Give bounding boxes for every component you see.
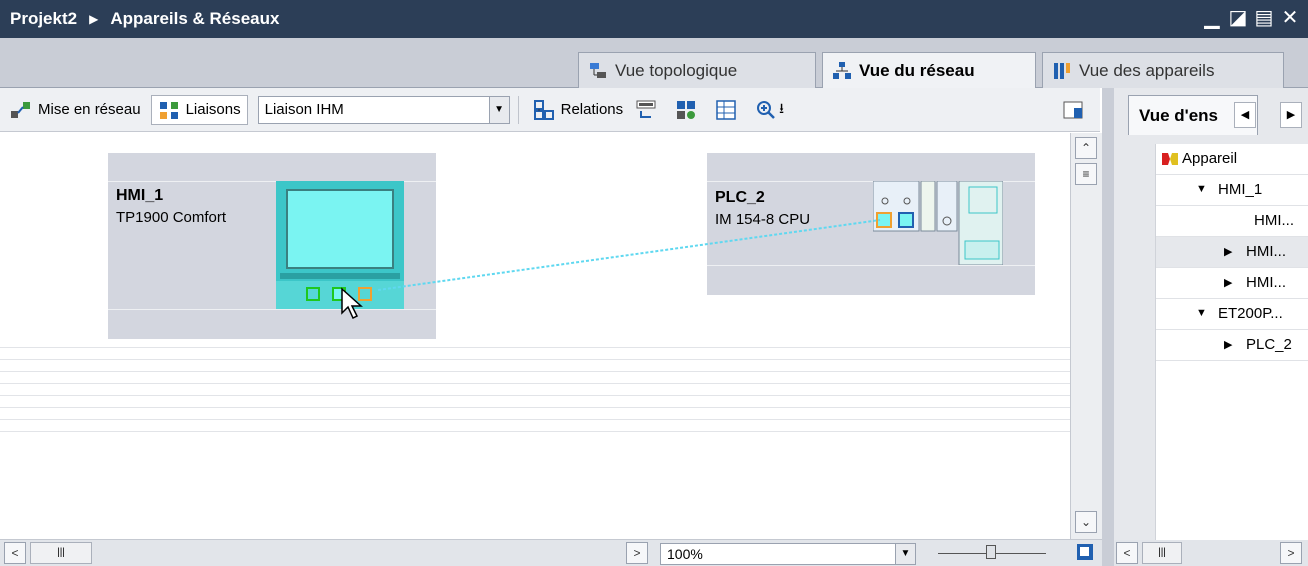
- panel-toggle-button[interactable]: [1056, 95, 1096, 125]
- breadcrumb-project[interactable]: Projekt2: [10, 9, 77, 29]
- maximize-icon[interactable]: ▤: [1254, 4, 1274, 32]
- tree-header: Appareil: [1114, 144, 1308, 175]
- tree-row[interactable]: ▶ HMI...: [1114, 268, 1308, 299]
- tree-item-label: HMI...: [1254, 212, 1294, 229]
- breadcrumb-page: Appareils & Réseaux: [110, 9, 280, 28]
- tree-row[interactable]: ▶ PLC_2: [1114, 330, 1308, 361]
- relations-button[interactable]: Relations: [527, 95, 630, 125]
- minimize-icon[interactable]: ▁: [1202, 4, 1222, 32]
- tab-devices-view[interactable]: Vue des appareils: [1042, 52, 1284, 88]
- show-address-button[interactable]: [669, 95, 709, 125]
- table-view-button[interactable]: [709, 95, 749, 125]
- zoom-dropdown-icon[interactable]: ⭳: [779, 98, 784, 122]
- connection-type-value: Liaison IHM: [264, 101, 344, 118]
- zoom-button[interactable]: ⭳: [749, 95, 790, 125]
- overview-navigation-icon[interactable]: [1076, 543, 1096, 563]
- chevron-down-icon[interactable]: ▼: [488, 96, 509, 123]
- breadcrumb-separator: ▶: [89, 12, 99, 26]
- tab-label: Vue du réseau: [859, 61, 975, 80]
- tab-label: Vue des appareils: [1079, 60, 1215, 80]
- relations-icon: [533, 99, 555, 121]
- expander-icon[interactable]: ▼: [1196, 307, 1207, 319]
- expander-icon[interactable]: ▶: [1224, 276, 1232, 289]
- panel-icon: [1062, 99, 1084, 121]
- network-label: Mise en réseau: [38, 101, 141, 118]
- chevron-right-icon[interactable]: ▶: [1280, 102, 1302, 128]
- chevron-right-icon[interactable]: >: [1280, 542, 1302, 564]
- chevron-down-icon[interactable]: ⌄: [1075, 511, 1097, 533]
- device-name-button[interactable]: [629, 95, 669, 125]
- relations-label: Relations: [560, 101, 624, 118]
- tree-row[interactable]: ▶ HMI...: [1114, 237, 1308, 268]
- canvas-vertical-scrollbar[interactable]: ⌃ ≡ ⌄: [1070, 133, 1110, 539]
- breadcrumb: Projekt2 ▶ Appareils & Réseaux: [0, 9, 279, 29]
- devices-icon: [1053, 62, 1071, 80]
- tab-network-view[interactable]: Vue du réseau: [822, 52, 1036, 89]
- zoom-select[interactable]: 100% ▼: [660, 543, 916, 565]
- connection-type-select[interactable]: Liaison IHM ▼: [257, 95, 510, 124]
- pane-splitter[interactable]: [1102, 88, 1114, 566]
- view-tab-bar: Vue topologique Vue du réseau Vue des ap…: [0, 38, 1308, 89]
- device-icon: [1160, 149, 1180, 169]
- address-icon: [675, 99, 697, 121]
- overview-panel: Vue d'ens ◀ ▶ Appareil ▼ HMI_1 HMI... ▶ …: [1114, 88, 1308, 566]
- horizontal-scroll-thumb[interactable]: |||: [30, 542, 92, 564]
- column-header: Appareil: [1182, 150, 1238, 167]
- chevron-down-icon[interactable]: ▼: [895, 544, 915, 564]
- tree-item-label: ET200P...: [1218, 305, 1283, 322]
- overview-grip-icon[interactable]: ≡: [1075, 163, 1097, 185]
- close-icon[interactable]: ✕: [1280, 4, 1300, 32]
- tab-label: Vue topologique: [615, 60, 738, 80]
- network-canvas[interactable]: HMI_1 TP1900 Comfort PLC_2 IM 154-8 CPU: [0, 133, 1070, 539]
- connections-button[interactable]: Liaisons: [150, 94, 248, 125]
- mouse-cursor-icon: [341, 287, 363, 320]
- network-icon: [833, 62, 851, 80]
- tree-item-label: HMI...: [1246, 243, 1286, 260]
- zoom-in-icon: [755, 99, 777, 121]
- network-connect-icon: [10, 99, 32, 121]
- tree-row[interactable]: HMI...: [1114, 206, 1308, 237]
- tree-item-label: HMI_1: [1218, 181, 1263, 198]
- connections-icon: [158, 99, 180, 121]
- device-tree: Appareil ▼ HMI_1 HMI... ▶ HMI... ▶ HMI..…: [1114, 144, 1308, 540]
- toolbar-divider: [517, 95, 519, 124]
- topology-icon: [589, 62, 607, 80]
- expander-icon[interactable]: ▼: [1196, 183, 1207, 195]
- table-icon: [715, 99, 737, 121]
- restore-icon[interactable]: ◪: [1228, 4, 1248, 32]
- chevron-up-icon[interactable]: ⌃: [1075, 137, 1097, 159]
- tree-item-label: HMI...: [1246, 274, 1286, 291]
- tree-item-label: PLC_2: [1246, 336, 1292, 353]
- connections-label: Liaisons: [185, 101, 241, 118]
- horizontal-scroll-thumb[interactable]: |||: [1142, 542, 1182, 564]
- network-button[interactable]: Mise en réseau: [4, 95, 147, 125]
- tree-row[interactable]: ▼ HMI_1: [1114, 175, 1308, 206]
- network-toolbar: Mise en réseau Liaisons Liaison IHM ▼ Re…: [0, 88, 1100, 132]
- expander-icon[interactable]: ▶: [1224, 245, 1232, 258]
- title-bar: Projekt2 ▶ Appareils & Réseaux ▁ ◪ ▤ ✕: [0, 0, 1308, 38]
- expander-icon[interactable]: ▶: [1224, 338, 1232, 351]
- zoom-slider-handle[interactable]: [986, 545, 996, 559]
- chevron-right-icon[interactable]: >: [626, 542, 648, 564]
- chevron-left-icon[interactable]: <: [1116, 542, 1138, 564]
- tree-horizontal-scrollbar[interactable]: < ||| >: [1114, 540, 1308, 566]
- overview-tab-label: Vue d'ens: [1139, 106, 1218, 125]
- zoom-value: 100%: [667, 546, 703, 562]
- hmi-connection-line[interactable]: [0, 133, 1070, 539]
- chevron-left-icon[interactable]: <: [4, 542, 26, 564]
- tree-row[interactable]: ▼ ET200P...: [1114, 299, 1308, 330]
- device-name-icon: [635, 99, 657, 121]
- chevron-left-icon[interactable]: ◀: [1234, 102, 1256, 128]
- tab-topology-view[interactable]: Vue topologique: [578, 52, 816, 88]
- canvas-statusbar: < ||| > 100% ▼: [0, 539, 1102, 566]
